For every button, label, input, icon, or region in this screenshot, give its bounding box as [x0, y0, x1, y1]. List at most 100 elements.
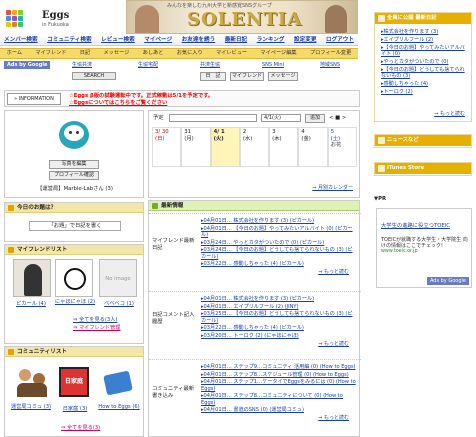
public-diary-item[interactable]: ▸感動しちゃった (4): [381, 81, 469, 87]
nav-logout[interactable]: ログアウト: [326, 37, 354, 44]
search-button[interactable]: SEARCH: [72, 72, 116, 80]
community-name[interactable]: 運営局コミュ (3): [9, 404, 53, 411]
feed-item[interactable]: ▸03月22日… 感動しちゃった (4) (ピカール): [201, 325, 357, 331]
day-event[interactable]: お花: [331, 142, 354, 149]
friend-photo[interactable]: [55, 259, 93, 297]
information-bar: » INFORMATION ☆Eggs β版の試験運転中です。正式稼動は5/1を…: [4, 90, 360, 107]
info-link[interactable]: ☆Eggsについてはこちらをご覧ください: [69, 100, 167, 107]
feed-item[interactable]: ▸04月01日… 【今日のお題】やってみたいアルバイト (0) (ピカール): [201, 226, 357, 239]
latest-info-title: 最新情報: [149, 201, 359, 211]
add-schedule-button[interactable]: 追加: [305, 114, 325, 123]
nav-latest-diary[interactable]: 最新日記: [225, 37, 247, 44]
schedule-label: 予定: [153, 115, 164, 121]
friend-manage-link[interactable]: ⇒ マイフレンド管理: [73, 325, 121, 332]
schedule-input[interactable]: [169, 114, 257, 122]
friend-photo[interactable]: [13, 259, 51, 297]
monthly-calendar-link[interactable]: ⇒ 月別カレンダー: [312, 185, 353, 191]
header-banner[interactable]: みんなを楽しむ九州大学と新感覚SNSグループ SOLENTIA: [126, 0, 358, 34]
ad-title[interactable]: 大学生の進路に役立つTOEIC: [381, 223, 471, 230]
feed-item[interactable]: ▸04月01日… ステップ8…コミュニティについて (0) (How to Eg…: [201, 393, 357, 406]
calendar-day[interactable]: 3 (木): [269, 127, 299, 167]
ad-url[interactable]: www.toeic.or.jp: [381, 249, 417, 255]
ad-link[interactable]: 地域SNS: [320, 62, 340, 68]
nav-review-search[interactable]: レビュー検索: [101, 37, 135, 44]
community-name[interactable]: 日家庭 (3): [53, 406, 97, 413]
ad-link[interactable]: SNS Mini: [262, 62, 284, 68]
subnav-favorites[interactable]: お気に入り: [177, 50, 203, 57]
avatar[interactable]: [59, 121, 89, 149]
public-diary-item[interactable]: ▸トーロク (2): [381, 89, 469, 95]
site-logo[interactable]: Eggs in Fukuoka: [4, 8, 124, 32]
news-panel[interactable]: ニュースなど: [374, 134, 472, 148]
no-image-placeholder[interactable]: No image: [99, 259, 137, 297]
feed-item[interactable]: ▸03月25日… 【今日のお題】どうしても捨てられないもの (3) (ピカール): [201, 311, 357, 324]
community-image[interactable]: [99, 363, 137, 401]
nav-settings[interactable]: 設定変更: [294, 37, 316, 44]
write-topic-diary-button[interactable]: 「お題」で日記を書く: [29, 221, 121, 231]
date-select[interactable]: 4/1(火): [261, 114, 301, 122]
public-diary-item[interactable]: ▸【今日のお題】やってみたいアルバイト (0): [381, 45, 469, 58]
public-diary-item[interactable]: ▸エイプリルフール (2): [381, 37, 469, 43]
diary-button[interactable]: 日 記: [200, 72, 226, 81]
edit-photo-button[interactable]: 写真を編集: [49, 160, 99, 169]
calendar-day[interactable]: 3/ 30 (日): [152, 127, 182, 167]
public-diary-item[interactable]: ▸【今日のお題】どうしても捨てられないもの (3): [381, 67, 469, 80]
view-profile-button[interactable]: プロフィール確認: [49, 171, 99, 180]
community-image[interactable]: [13, 363, 51, 401]
feed-item[interactable]: ▸04月01日… 書道のSNS (0) (運営局コミュ): [201, 407, 357, 413]
calendar-day[interactable]: 4 (金): [298, 127, 328, 167]
itunes-store-panel[interactable]: iTunes Store: [374, 162, 472, 176]
ad-link[interactable]: 生協宅配: [138, 62, 158, 68]
banner-person-image: [135, 5, 159, 33]
community-image[interactable]: 日家庭 (3): [55, 363, 93, 411]
subnav-home[interactable]: ホーム: [7, 50, 22, 57]
public-diary-item[interactable]: ▸株式会社を作ります (3): [381, 29, 469, 35]
ads-by-google-label[interactable]: Ads by Google: [4, 61, 51, 70]
ad-link[interactable]: 共済生協: [200, 62, 220, 68]
week-nav[interactable]: < ■ >: [329, 115, 346, 122]
feed-item[interactable]: ▸04月01日… ステップ9…コミュニティ 活用編 (0) (How to Eg…: [201, 364, 357, 370]
all-communities-link[interactable]: ⇒ 全てを見る(3): [61, 425, 100, 432]
feed-item[interactable]: ▸04月01日… エイプリルフール (2) (JINY): [201, 304, 357, 310]
feed-item[interactable]: ▸04月01日… ステップ1…ケータイでEggsをみるには (0) (How t…: [201, 379, 357, 392]
nav-invite[interactable]: お友達を誘う: [182, 37, 216, 44]
calendar-day[interactable]: 2 (水): [239, 127, 270, 167]
nav-member-search[interactable]: メンバー検索: [4, 37, 38, 44]
read-more-link[interactable]: ⇒ もっと読む: [201, 415, 357, 421]
feed-item[interactable]: ▸04月01日… ステップ8…スケジュール管理 (0) (How to Eggs…: [201, 372, 357, 378]
subnav-footprints[interactable]: あしあと: [143, 50, 164, 57]
read-more-link[interactable]: ⇒ もっと読む: [434, 111, 465, 117]
nav-mypage[interactable]: マイページ: [144, 37, 172, 44]
feed-item[interactable]: ▸04月01日… 株式会社を作ります (3) (ピカール): [201, 296, 357, 302]
ad-link[interactable]: 生協共済: [72, 62, 92, 68]
calendar-day[interactable]: 31 (月): [181, 127, 211, 167]
feed-item[interactable]: ▸03月24日… やっとカタがついたので (0) (ピカール): [201, 240, 357, 246]
pr-ad-box[interactable]: 大学生の進路に役立つTOEIC TOEICが就職する大学生・大学院生 向けの情報…: [376, 208, 472, 288]
nav-ranking[interactable]: ランキング: [257, 37, 285, 44]
subnav-myreview[interactable]: マイレビュー: [216, 50, 247, 57]
feed-category: マイフレンド最新日記: [152, 238, 195, 251]
public-diary-item[interactable]: ▸やっとカタがついたので (0): [381, 59, 469, 65]
all-friends-link[interactable]: ⇒ 全てを見る(3人): [73, 317, 117, 324]
feed-item[interactable]: ▸03月24日… 【今日のお題】どうしても捨てられないもの (3) (ピカール): [201, 247, 357, 260]
calendar-day[interactable]: 5 (土) お花: [327, 127, 357, 167]
subnav-edit-profile[interactable]: プロフィール変更: [310, 50, 351, 57]
read-more-link[interactable]: ⇒ もっと読む: [201, 341, 357, 347]
feed-item[interactable]: ▸03月22日… 感動しちゃった (4) (ピカール): [201, 261, 357, 267]
community-name[interactable]: How to Eggs (6): [97, 404, 141, 411]
myfriend-button[interactable]: マイフレンド: [230, 72, 264, 81]
subnav-edit-mypage[interactable]: マイページ編集: [260, 50, 296, 57]
ads-by-google-label[interactable]: Ads by Google: [426, 276, 469, 285]
subnav-myfriend[interactable]: マイフレンド: [35, 50, 66, 57]
friend-name[interactable]: ベベベコ (1): [97, 301, 141, 308]
message-button[interactable]: メッセージ: [268, 72, 298, 81]
subnav-message[interactable]: メッセージ: [103, 50, 129, 57]
friend-name[interactable]: にゃほにゃほ (2): [53, 299, 97, 306]
subnav-diary[interactable]: 日記: [80, 50, 90, 57]
nav-community-search[interactable]: コミュニティ検索: [47, 37, 91, 44]
read-more-link[interactable]: ⇒ もっと読む: [201, 269, 357, 275]
calendar-day-today[interactable]: 4/ 1 (火): [210, 127, 240, 167]
feed-item[interactable]: ▸03月20日… トーロク (2) (にゃほにゃほ): [201, 333, 357, 339]
feed-item[interactable]: ▸04月01日… 株式会社を作ります (3) (ピカール): [201, 218, 357, 224]
friend-name[interactable]: ピカール (4): [9, 301, 53, 308]
